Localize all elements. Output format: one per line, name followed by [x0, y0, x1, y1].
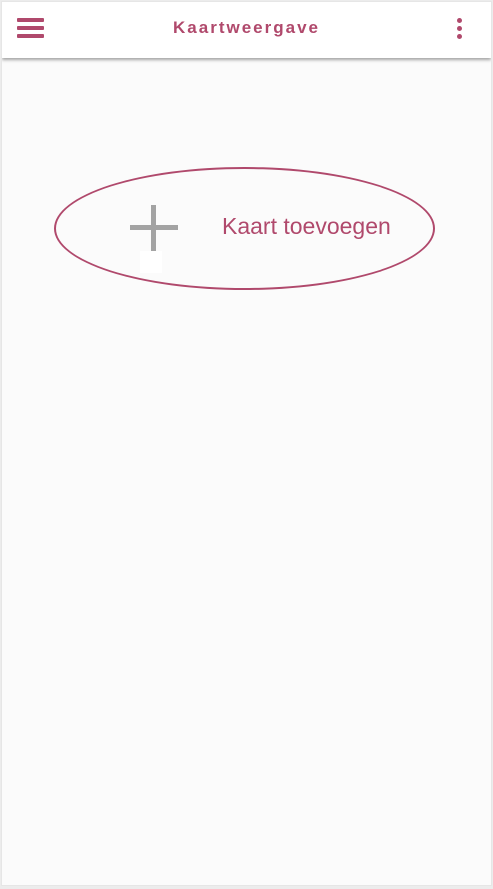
- plus-icon: [130, 205, 178, 251]
- page-title: Kaartweergave: [173, 18, 320, 37]
- app-screen: Kaartweergave Kaart toevoegen: [2, 2, 491, 885]
- add-card-button[interactable]: Kaart toevoegen: [54, 167, 435, 290]
- add-card-label: Kaart toevoegen: [222, 213, 391, 239]
- plus-icon-shadow: [140, 251, 162, 273]
- app-bar: Kaartweergave: [2, 2, 491, 58]
- more-options-button[interactable]: [448, 14, 472, 46]
